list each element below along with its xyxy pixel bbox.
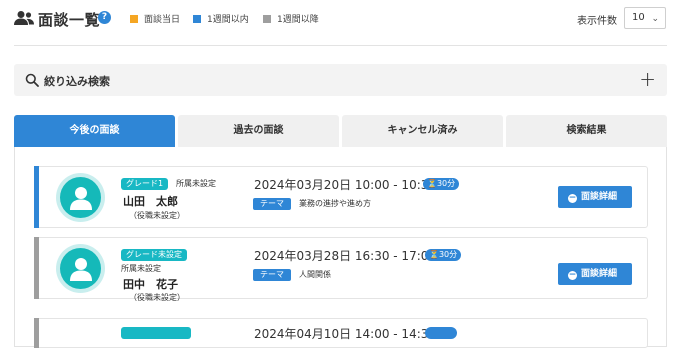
interview-tabs: 今後の面談 過去の面談 キャンセル済み 検索結果 xyxy=(14,115,667,147)
duration-text: 30分 xyxy=(436,179,456,188)
avatar xyxy=(56,244,105,293)
department-text: 所属未設定 xyxy=(121,264,161,273)
detail-button-label: 面談詳細 xyxy=(581,192,618,202)
legend-swatch-blue xyxy=(193,14,201,23)
duration-badge xyxy=(425,327,457,339)
page-title: 面談一覧 xyxy=(38,11,101,29)
tab-search-results[interactable]: 検索結果 xyxy=(506,115,667,147)
theme-badge: テーマ xyxy=(253,198,291,210)
hourglass-icon: ⏳ xyxy=(429,250,439,259)
page-header: 面談一覧 ? 面談当日 1週間以内 1週間以降 表示件数 10 ⌄ xyxy=(0,0,681,46)
legend-within-week: 1週間以内 xyxy=(193,12,249,25)
header-divider xyxy=(14,45,667,46)
legend-label: 1週間以内 xyxy=(207,15,249,25)
theme-badge: テーマ xyxy=(253,269,291,281)
legend-swatch-gray xyxy=(263,14,271,23)
department-text: 所属未設定 xyxy=(176,179,216,188)
detail-button-label: 面談詳細 xyxy=(581,269,618,279)
legend-after-week: 1週間以降 xyxy=(263,12,319,25)
employee-name: 山田 太郎 xyxy=(123,195,178,208)
display-count-value: 10 xyxy=(632,12,645,23)
interview-datetime: 2024年03月20日 10:00 - 10:30 xyxy=(254,178,437,192)
legend-today: 面談当日 xyxy=(130,12,180,25)
role-text: （役職未設定） xyxy=(129,211,185,220)
filter-toggle-bar[interactable]: 絞り込み検索 + xyxy=(14,64,667,96)
minus-circle-icon: − xyxy=(568,193,577,203)
grade-badge xyxy=(121,327,191,339)
grade-badge: グレード未設定 xyxy=(121,249,187,261)
status-bar xyxy=(34,318,39,348)
interview-datetime: 2024年04月10日 14:00 - 14:30 xyxy=(254,327,437,341)
interview-detail-button[interactable]: − 面談詳細 xyxy=(558,186,632,208)
plus-icon[interactable]: + xyxy=(639,68,656,90)
display-count-select[interactable]: 10 ⌄ xyxy=(624,7,666,29)
search-icon xyxy=(25,73,39,87)
duration-badge: ⏳30分 xyxy=(423,178,460,190)
display-count-label: 表示件数 xyxy=(577,16,617,27)
minus-circle-icon: − xyxy=(568,270,577,280)
duration-badge: ⏳30分 xyxy=(425,249,462,261)
interview-card: グレード未設定 所属未設定 田中 花子 （役職未設定） 2024年03月28日 … xyxy=(34,237,648,302)
interview-detail-button[interactable]: − 面談詳細 xyxy=(558,263,632,285)
duration-text: 30分 xyxy=(438,250,458,259)
interview-card: グレード1 所属未設定 山田 太郎 （役職未設定） 2024年03月20日 10… xyxy=(34,166,648,228)
employee-name: 田中 花子 xyxy=(123,278,178,291)
chevron-down-icon: ⌄ xyxy=(651,14,659,24)
status-bar xyxy=(34,166,39,228)
legend-swatch-orange xyxy=(130,14,138,23)
tab-past[interactable]: 過去の面談 xyxy=(178,115,339,147)
person-icon xyxy=(69,186,92,210)
users-icon xyxy=(14,11,34,25)
topic-text: 業務の進捗や進め方 xyxy=(299,199,371,208)
legend-label: 1週間以降 xyxy=(277,15,319,25)
status-bar xyxy=(34,237,39,299)
hourglass-icon: ⏳ xyxy=(427,179,437,188)
interview-datetime: 2024年03月28日 16:30 - 17:00 xyxy=(254,249,437,263)
help-icon[interactable]: ? xyxy=(98,11,111,24)
topic-text: 人間関係 xyxy=(299,270,331,279)
avatar xyxy=(56,173,105,222)
interview-card-partial: 2024年04月10日 14:00 - 14:30 xyxy=(34,318,648,348)
person-icon xyxy=(69,257,92,281)
filter-label: 絞り込み検索 xyxy=(44,75,110,88)
role-text: （役職未設定） xyxy=(129,293,185,302)
grade-badge: グレード1 xyxy=(121,178,169,190)
tab-cancelled[interactable]: キャンセル済み xyxy=(342,115,503,147)
tab-upcoming[interactable]: 今後の面談 xyxy=(14,115,175,147)
legend-label: 面談当日 xyxy=(144,15,181,25)
